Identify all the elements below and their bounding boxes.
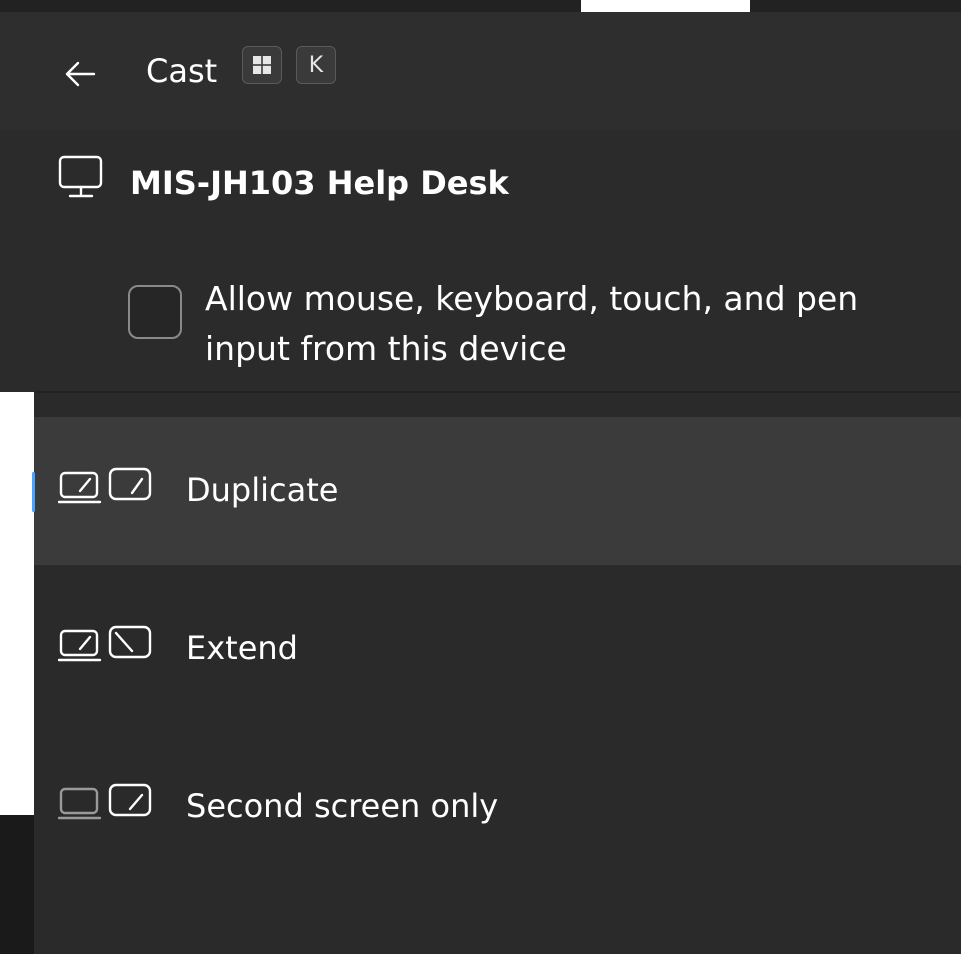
windows-key-icon — [242, 46, 282, 84]
windows-logo-icon — [253, 56, 271, 74]
mode-label-extend: Extend — [186, 629, 298, 667]
title-bar — [0, 12, 961, 130]
shortcut-key-k: K — [296, 46, 336, 84]
mode-label-second-screen-only: Second screen only — [186, 787, 499, 825]
mode-option-duplicate[interactable]: Duplicate — [34, 417, 961, 565]
mode-option-extend[interactable]: Extend — [34, 575, 961, 723]
input-permission-label[interactable]: Allow mouse, keyboard, touch, and pen in… — [205, 274, 905, 374]
device-row — [58, 155, 104, 199]
monitor-icon — [58, 155, 103, 198]
second-screen-only-icon — [58, 783, 152, 820]
back-button[interactable] — [56, 50, 104, 98]
cast-flyout-header: Cast K MIS-JH103 Help Desk Allow mouse, … — [0, 12, 961, 392]
mode-option-second-screen-only[interactable]: Second screen only — [34, 733, 961, 881]
projection-mode-list: Duplicate Extend Second screen only — [34, 393, 961, 954]
background-window-fragment — [581, 0, 750, 12]
mode-label-duplicate: Duplicate — [186, 471, 339, 509]
input-permission-checkbox[interactable] — [128, 285, 182, 339]
back-arrow-icon — [65, 61, 96, 87]
flyout-title: Cast — [146, 52, 218, 90]
desktop-background — [0, 0, 961, 12]
background-window-fragment — [0, 815, 34, 954]
extend-mode-icon — [58, 625, 152, 662]
device-name: MIS-JH103 Help Desk — [130, 164, 509, 202]
duplicate-mode-icon — [58, 467, 152, 504]
selection-indicator — [32, 472, 35, 512]
